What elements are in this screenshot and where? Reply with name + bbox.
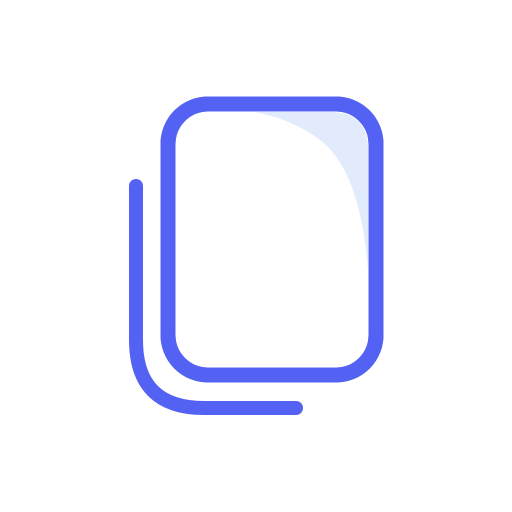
copy-icon	[129, 96, 384, 415]
icon-canvas	[0, 0, 512, 512]
